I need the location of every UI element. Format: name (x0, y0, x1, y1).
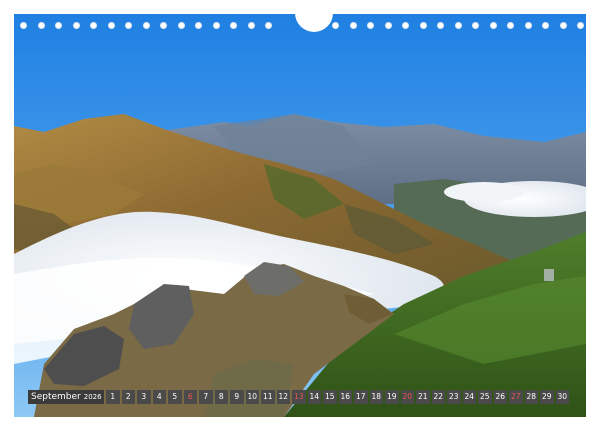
calendar-days: 1 2 3 4 5 6 7 8 9 10 11 12 13 14 15 16 17 18 19 20 21 22 23 24 2… (106, 390, 571, 404)
landscape-illustration (14, 14, 586, 417)
calendar-day: 30 (555, 390, 569, 404)
calendar-day: 13 (292, 390, 306, 404)
calendar-day: 26 (493, 390, 507, 404)
binding-ring (247, 22, 255, 29)
binding-ring (524, 22, 532, 29)
calendar-day: 1 (106, 390, 120, 404)
binding-ring (542, 22, 549, 29)
binding-ring (72, 22, 80, 29)
binding-ring (90, 22, 97, 29)
calendar-day: 3 (137, 390, 151, 404)
binding-ring (212, 22, 220, 29)
calendar-day: 20 (400, 390, 414, 404)
calendar-day: 14 (307, 390, 321, 404)
binding-ring (384, 22, 392, 29)
binding-ring (402, 22, 409, 29)
calendar-day: 12 (276, 390, 290, 404)
month-label: September 2026 (28, 390, 104, 404)
binding-ring (160, 22, 167, 29)
binding-ring (507, 22, 514, 29)
calendar-day: 22 (431, 390, 445, 404)
calendar-day: 29 (540, 390, 554, 404)
binding-ring (55, 22, 62, 29)
calendar-day: 18 (369, 390, 383, 404)
calendar-grid: September 2026 1 2 3 4 5 6 7 8 9 10 11 12 13 14 15 16 17 1… (28, 389, 571, 405)
binding-ring (37, 22, 45, 29)
binding-ring (559, 22, 567, 29)
calendar-day: 23 (447, 390, 461, 404)
calendar-day: 16 (338, 390, 352, 404)
binding-ring (107, 22, 115, 29)
binding-ring (125, 22, 132, 29)
binding-ring (419, 22, 427, 29)
calendar-day: 15 (323, 390, 337, 404)
binding-ring (577, 22, 584, 29)
binding-ring (177, 22, 185, 29)
month-name: September (31, 392, 81, 402)
calendar-day: 27 (509, 390, 523, 404)
calendar-day: 25 (478, 390, 492, 404)
binding-ring (489, 22, 497, 29)
binding-ring (454, 22, 462, 29)
binding-ring (265, 22, 272, 29)
binding-ring (195, 22, 202, 29)
binding-ring (20, 22, 27, 29)
calendar-day: 9 (230, 390, 244, 404)
calendar-hanger-notch (295, 12, 333, 32)
calendar-day: 10 (245, 390, 259, 404)
calendar-day: 19 (385, 390, 399, 404)
calendar-day: 11 (261, 390, 275, 404)
calendar-day: 17 (354, 390, 368, 404)
binding-ring (349, 22, 357, 29)
calendar-page: September 2026 1 2 3 4 5 6 7 8 9 10 11 12 13 14 15 16 17 1… (0, 0, 600, 432)
binding-ring (142, 22, 150, 29)
calendar-day: 24 (462, 390, 476, 404)
binding-ring (437, 22, 444, 29)
binding-ring (367, 22, 374, 29)
calendar-day: 7 (199, 390, 213, 404)
binding-ring (332, 22, 339, 29)
binding-ring (230, 22, 237, 29)
mountain-landscape-photo (14, 14, 586, 417)
calendar-day: 2 (121, 390, 135, 404)
spiral-binding (14, 12, 586, 38)
calendar-day: 21 (416, 390, 430, 404)
calendar-day: 6 (183, 390, 197, 404)
year-label: 2026 (83, 393, 102, 401)
calendar-day: 28 (524, 390, 538, 404)
calendar-day: 8 (214, 390, 228, 404)
binding-ring (472, 22, 479, 29)
calendar-day: 4 (152, 390, 166, 404)
calendar-day: 5 (168, 390, 182, 404)
